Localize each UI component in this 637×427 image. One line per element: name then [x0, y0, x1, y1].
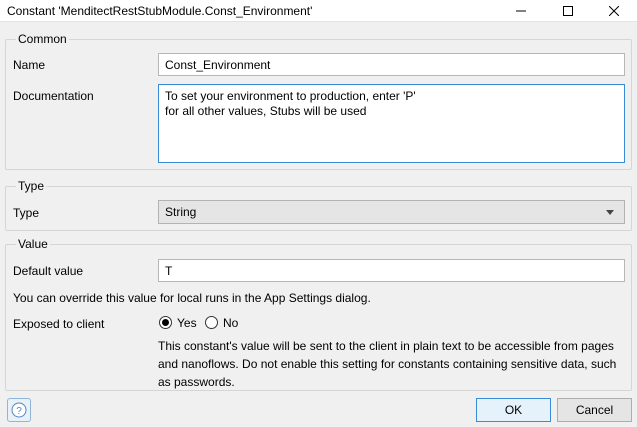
exposed-no-radio[interactable]: [205, 316, 218, 329]
common-group-label: Common: [16, 32, 69, 46]
ok-button[interactable]: OK: [476, 398, 551, 422]
type-select-value: String: [165, 205, 197, 219]
cancel-button-label: Cancel: [575, 403, 614, 417]
exposed-to-client-label: Exposed to client: [13, 317, 105, 331]
name-input[interactable]: Const_Environment: [158, 53, 625, 76]
svg-text:?: ?: [16, 406, 22, 417]
exposed-yes-radio[interactable]: [159, 316, 172, 329]
title-bar: Constant 'MenditectRestStubModule.Const_…: [0, 0, 637, 22]
help-icon: ?: [11, 402, 27, 418]
close-button[interactable]: [591, 0, 637, 22]
minimize-button[interactable]: [498, 0, 544, 22]
documentation-textarea[interactable]: To set your environment to production, e…: [158, 84, 625, 163]
override-note: You can override this value for local ru…: [13, 291, 371, 305]
minimize-icon: [516, 10, 526, 12]
name-value: Const_Environment: [165, 58, 271, 72]
exposed-note-line: and nanoflows. Do not enable this settin…: [158, 357, 617, 371]
maximize-button[interactable]: [545, 0, 591, 22]
exposed-warning-note: This constant's value will be sent to th…: [158, 337, 616, 391]
type-group-label: Type: [16, 179, 47, 193]
type-select[interactable]: String: [158, 200, 625, 224]
default-value-input[interactable]: T: [158, 259, 625, 282]
default-value-label: Default value: [13, 264, 84, 278]
documentation-line: To set your environment to production, e…: [165, 89, 416, 103]
cancel-button[interactable]: Cancel: [557, 398, 632, 422]
dropdown-arrow-icon: [606, 210, 614, 215]
window-title: Constant 'MenditectRestStubModule.Const_…: [7, 4, 313, 18]
name-label: Name: [13, 58, 46, 72]
documentation-line: for all other values, Stubs will be used: [165, 104, 367, 118]
close-icon: [609, 6, 619, 16]
ok-button-label: OK: [504, 403, 523, 417]
exposed-note-line: as passwords.: [158, 375, 235, 389]
exposed-no-label[interactable]: No: [223, 316, 238, 330]
documentation-label: Documentation: [13, 89, 94, 103]
help-button[interactable]: ?: [7, 398, 31, 422]
maximize-icon: [563, 6, 573, 16]
value-group-label: Value: [16, 237, 50, 251]
type-label: Type: [13, 206, 40, 220]
exposed-yes-label[interactable]: Yes: [177, 316, 197, 330]
exposed-note-line: This constant's value will be sent to th…: [158, 339, 614, 353]
default-value-text: T: [165, 264, 173, 278]
